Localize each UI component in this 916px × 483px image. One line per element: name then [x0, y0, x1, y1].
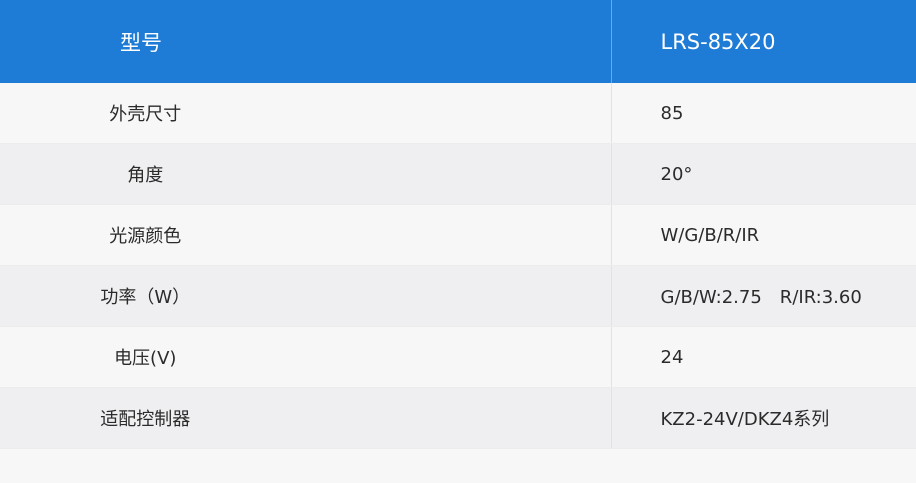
row-value-voltage: 24 — [611, 326, 916, 388]
header-model-label: 型号 — [0, 0, 612, 83]
row-label-angle: 角度 — [0, 143, 612, 205]
row-value-housing-size: 85 — [611, 83, 916, 144]
row-label-light-color: 光源颜色 — [0, 204, 612, 266]
table-row: 功率（W） G/B/W:2.75 R/IR:3.60 — [0, 265, 916, 327]
row-label-power: 功率（W） — [0, 265, 612, 327]
row-value-controller: KZ2-24V/DKZ4系列 — [611, 387, 916, 449]
row-value-light-color: W/G/B/R/IR — [611, 204, 916, 266]
row-value-angle: 20° — [611, 143, 916, 205]
table-row: 外壳尺寸 85 — [0, 83, 916, 144]
table-row: 电压(V) 24 — [0, 326, 916, 388]
table-row: 光源颜色 W/G/B/R/IR — [0, 204, 916, 266]
row-label-controller: 适配控制器 — [0, 387, 612, 449]
bottom-spacer — [0, 449, 916, 482]
header-model-value: LRS-85X20 — [611, 0, 916, 83]
row-value-power: G/B/W:2.75 R/IR:3.60 — [611, 265, 916, 327]
table-row: 角度 20° — [0, 143, 916, 205]
spec-table: 型号 LRS-85X20 外壳尺寸 85 角度 20° 光源颜色 W/G/B/R… — [0, 0, 916, 449]
row-label-housing-size: 外壳尺寸 — [0, 83, 612, 144]
table-header-row: 型号 LRS-85X20 — [0, 0, 916, 83]
row-label-voltage: 电压(V) — [0, 326, 612, 388]
table-row: 适配控制器 KZ2-24V/DKZ4系列 — [0, 387, 916, 449]
